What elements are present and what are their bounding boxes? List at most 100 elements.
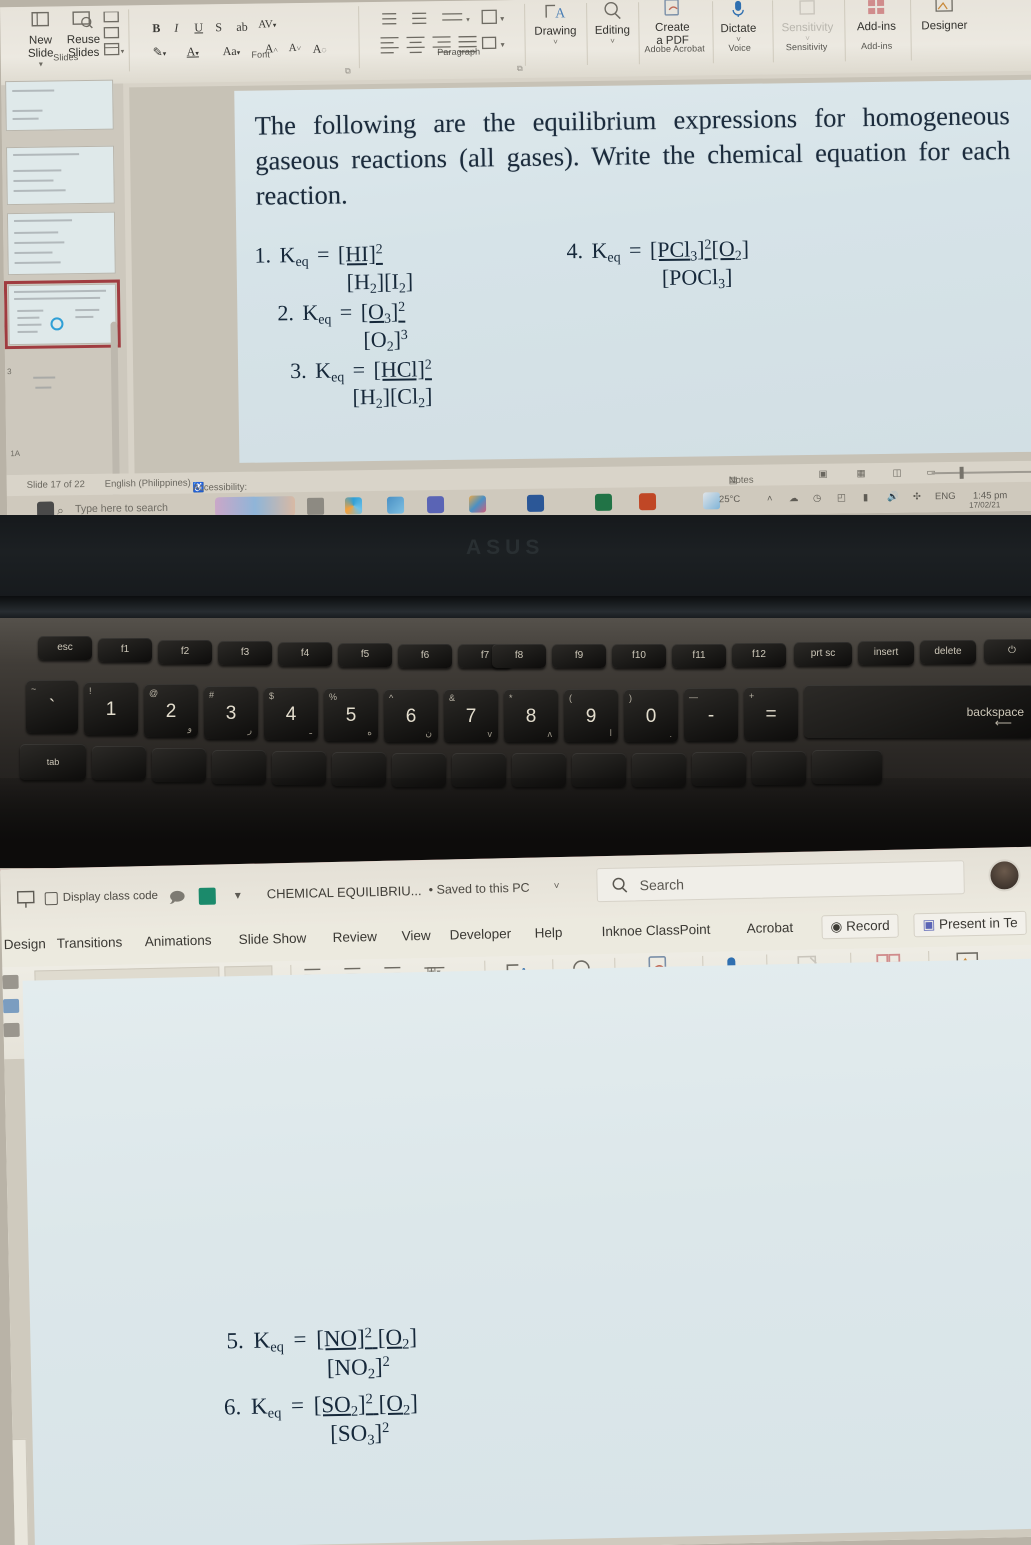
language-status[interactable]: English (Philippines)	[105, 478, 191, 490]
clock-date[interactable]: 17/02/21	[969, 500, 1000, 509]
slide-layout-icons[interactable]: ▾	[100, 10, 127, 74]
user-avatar[interactable]	[988, 858, 1021, 892]
laptop-photo: New Slide ▾ Reuse Slides ▾ Slides B I U …	[0, 0, 1031, 1545]
svg-text:A: A	[555, 6, 566, 21]
tab-view[interactable]: View	[402, 928, 431, 944]
weather-icon[interactable]	[702, 492, 721, 510]
equation-numerator: [HCl]2	[373, 355, 432, 382]
drawing-button[interactable]: A Drawing ˅	[528, 1, 583, 47]
battery-icon[interactable]: ▮	[863, 492, 868, 503]
copy-icon[interactable]	[2, 998, 20, 1014]
strikethrough-button[interactable]: ab	[236, 20, 248, 35]
equation-column-right: 4. Keq = [PCl3]2[O2] [POCl3]	[566, 236, 749, 296]
slide-thumbnail-selected[interactable]	[3, 279, 121, 350]
shadow-button[interactable]: S	[215, 20, 222, 35]
powerpoint-icon[interactable]	[638, 493, 657, 511]
present-in-teams-button[interactable]: ▣ Present in Te	[913, 910, 1027, 938]
lower-slide-page[interactable]: 5. Keq = [NO]2 [O2] [NO2]2 6. Keq = [SO2…	[22, 958, 1031, 1545]
add-ins-button[interactable]: Add-ins	[848, 0, 905, 34]
word-icon[interactable]	[526, 494, 545, 512]
onedrive-icon[interactable]: ☁	[789, 493, 799, 504]
notification-icon[interactable]: ◷	[813, 493, 821, 504]
slide-thumbnail[interactable]	[6, 211, 116, 276]
drawing-icon: A	[528, 1, 582, 24]
bluetooth-icon[interactable]: ✣	[913, 491, 921, 502]
display-class-code-label[interactable]: Display class code	[63, 890, 158, 904]
key-label: f6	[420, 650, 430, 661]
editing-button[interactable]: Editing ˅	[588, 0, 637, 46]
save-state-label[interactable]: • Saved to this PC	[429, 881, 530, 897]
font-dialog-launcher-icon[interactable]: ⧉	[345, 66, 351, 76]
normal-view-icon[interactable]: ▣	[819, 469, 828, 480]
create-pdf-button[interactable]: Create a PDF	[644, 0, 701, 48]
tab-design[interactable]: Design	[4, 936, 46, 952]
weather-temperature[interactable]: 25°C	[719, 494, 740, 505]
thumbnail-index: 3	[7, 367, 12, 377]
comments-icon[interactable]: 🗩	[169, 887, 186, 912]
taskbar-search-label[interactable]: Type here to search	[75, 502, 168, 515]
zoom-slider[interactable]	[931, 470, 1031, 475]
display-class-code-checkbox[interactable]	[44, 891, 58, 906]
key-main-glyph: 9	[585, 705, 597, 727]
slide-thumbnail[interactable]	[5, 79, 114, 132]
key-shift-glyph: #	[209, 690, 215, 700]
tab-review[interactable]: Review	[333, 929, 378, 945]
character-spacing-button[interactable]: AV▾	[258, 18, 276, 30]
edge-browser-icon[interactable]	[344, 497, 363, 515]
slide-sorter-icon[interactable]: ▦	[857, 468, 866, 479]
tab-animations[interactable]: Animations	[145, 933, 212, 949]
paragraph-dialog-launcher-icon[interactable]: ⧉	[517, 64, 523, 74]
slide-thumbnail[interactable]	[6, 145, 115, 206]
slide-page[interactable]: The following are the equilibrium expres…	[234, 79, 1031, 463]
network-icon[interactable]: ◰	[837, 492, 846, 503]
key-shift-glyph: ^	[389, 693, 394, 703]
slide-editing-canvas[interactable]: The following are the equilibrium expres…	[129, 74, 1031, 476]
tab-acrobat[interactable]: Acrobat	[746, 920, 793, 936]
explorer-icon[interactable]	[386, 496, 405, 514]
key-w	[152, 748, 206, 782]
reading-view-icon[interactable]: ◫	[893, 468, 902, 479]
task-view-icon[interactable]	[306, 497, 325, 515]
search-placeholder[interactable]: Search	[639, 876, 684, 893]
italic-button[interactable]: I	[174, 21, 178, 36]
quick-access-more-icon[interactable]: ▾	[235, 888, 241, 902]
slide-thumbnail[interactable]	[9, 362, 118, 410]
key-label: f3	[240, 647, 250, 658]
lower-slide-thumbnail[interactable]	[2, 1438, 31, 1545]
document-title[interactable]: CHEMICAL EQUILIBRIU...	[267, 883, 422, 901]
notes-label: Notes	[728, 474, 754, 487]
create-pdf-icon	[644, 0, 700, 20]
record-button[interactable]: ◉ Record	[821, 913, 899, 940]
lower-slide-canvas[interactable]: 5. Keq = [NO]2 [O2] [NO2]2 6. Keq = [SO2…	[2, 958, 1031, 1545]
show-hidden-icons-icon[interactable]: ˄	[767, 493, 773, 504]
text-direction-icon[interactable]: ▾	[480, 8, 514, 31]
format-painter-icon[interactable]	[3, 1022, 20, 1038]
photos-icon[interactable]	[468, 495, 487, 513]
tab-inknoe-classpoint[interactable]: Inknoe ClassPoint	[601, 922, 710, 939]
chevron-down-icon[interactable]: ˅	[529, 37, 583, 47]
tab-slide-show[interactable]: Slide Show	[239, 931, 307, 947]
language-indicator[interactable]: ENG	[935, 491, 956, 502]
designer-button[interactable]: Designer	[914, 0, 975, 33]
tab-developer[interactable]: Developer	[449, 926, 511, 942]
paste-icon[interactable]	[2, 974, 19, 990]
ribbon-separator	[524, 3, 526, 66]
key-9: ( 9 ا	[564, 689, 618, 742]
zoom-slider-knob[interactable]	[959, 466, 964, 479]
tab-help[interactable]: Help	[534, 925, 562, 941]
slide-thumbnails-panel[interactable]: ▲	[1, 79, 129, 522]
volume-icon[interactable]: 🔊	[887, 492, 899, 503]
classpoint-app-icon[interactable]	[198, 887, 216, 905]
chevron-down-icon[interactable]: ˅	[589, 36, 637, 46]
save-state-chevron-icon[interactable]: ˅	[554, 881, 560, 892]
tab-transitions[interactable]: Transitions	[57, 935, 123, 951]
dictate-button[interactable]: Dictate ˅	[714, 0, 763, 44]
excel-icon[interactable]	[594, 493, 613, 511]
bold-button[interactable]: B	[152, 21, 160, 36]
key-main-glyph: 8	[525, 705, 537, 727]
teams-icon[interactable]	[426, 496, 445, 514]
key-f12: f12	[732, 643, 786, 667]
search-box[interactable]: Search	[596, 860, 965, 903]
underline-button[interactable]: U	[194, 20, 203, 35]
classpoint-present-icon[interactable]	[15, 888, 38, 915]
